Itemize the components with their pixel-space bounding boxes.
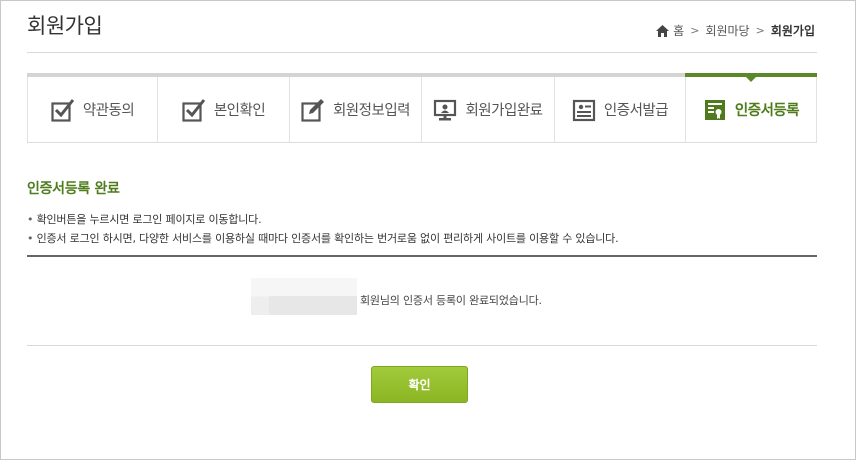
page-title: 회원가입	[27, 14, 103, 38]
step-identity: 본인확인	[158, 77, 290, 142]
home-icon[interactable]	[656, 24, 670, 37]
breadcrumb-level1[interactable]: 회원마당	[705, 22, 749, 39]
page-frame: 회원가입 홈 > 회원마당 > 회원가입 약관동의 본인확인 회원정보입력 회원…	[0, 0, 856, 460]
chevron-right-icon: >	[690, 24, 700, 37]
step-cert-issue: 인증서발급	[555, 77, 686, 142]
edit-icon	[301, 98, 324, 122]
step-label: 회원가입완료	[465, 103, 543, 119]
step-terms: 약관동의	[27, 77, 158, 142]
notice-item: 인증서 로그인 하시면, 다양한 서비스를 이용하실 때마다 인증서를 확인하는…	[27, 229, 619, 248]
content-divider	[27, 255, 817, 257]
confirm-button[interactable]: 확인	[371, 366, 468, 403]
breadcrumb: 홈 > 회원마당 > 회원가입	[656, 22, 815, 39]
checkbox-icon	[182, 98, 205, 122]
chevron-right-icon: >	[755, 24, 765, 37]
computer-icon	[434, 99, 457, 120]
id-card-icon	[572, 99, 595, 121]
certificate-icon	[704, 99, 725, 120]
bottom-divider	[27, 345, 817, 346]
completion-message: 회원님의 인증서 등록이 완료되었습니다.	[360, 294, 542, 307]
breadcrumb-current: 회원가입	[770, 24, 815, 38]
checkbox-icon	[51, 98, 74, 122]
step-label: 인증서발급	[603, 103, 669, 119]
blurred-user-name	[251, 278, 357, 315]
step-label: 본인확인	[213, 103, 266, 119]
section-title: 인증서등록 완료	[27, 181, 120, 197]
step-member-info: 회원정보입력	[290, 77, 422, 142]
notice-list: 확인버튼을 누르시면 로그인 페이지로 이동합니다. 인증서 로그인 하시면, …	[27, 210, 619, 248]
step-label: 회원정보입력	[332, 103, 411, 119]
step-join-complete: 회원가입완료	[422, 77, 555, 142]
breadcrumb-home[interactable]: 홈	[673, 22, 684, 39]
step-label: 약관동의	[82, 103, 135, 119]
title-divider	[27, 52, 817, 53]
step-indicator: 약관동의 본인확인 회원정보입력 회원가입완료 인증서발급 인증서등록	[27, 73, 817, 143]
step-label: 인증서등록	[734, 103, 800, 119]
notice-item: 확인버튼을 누르시면 로그인 페이지로 이동합니다.	[27, 210, 618, 229]
step-cert-register: 인증서등록	[685, 73, 817, 142]
